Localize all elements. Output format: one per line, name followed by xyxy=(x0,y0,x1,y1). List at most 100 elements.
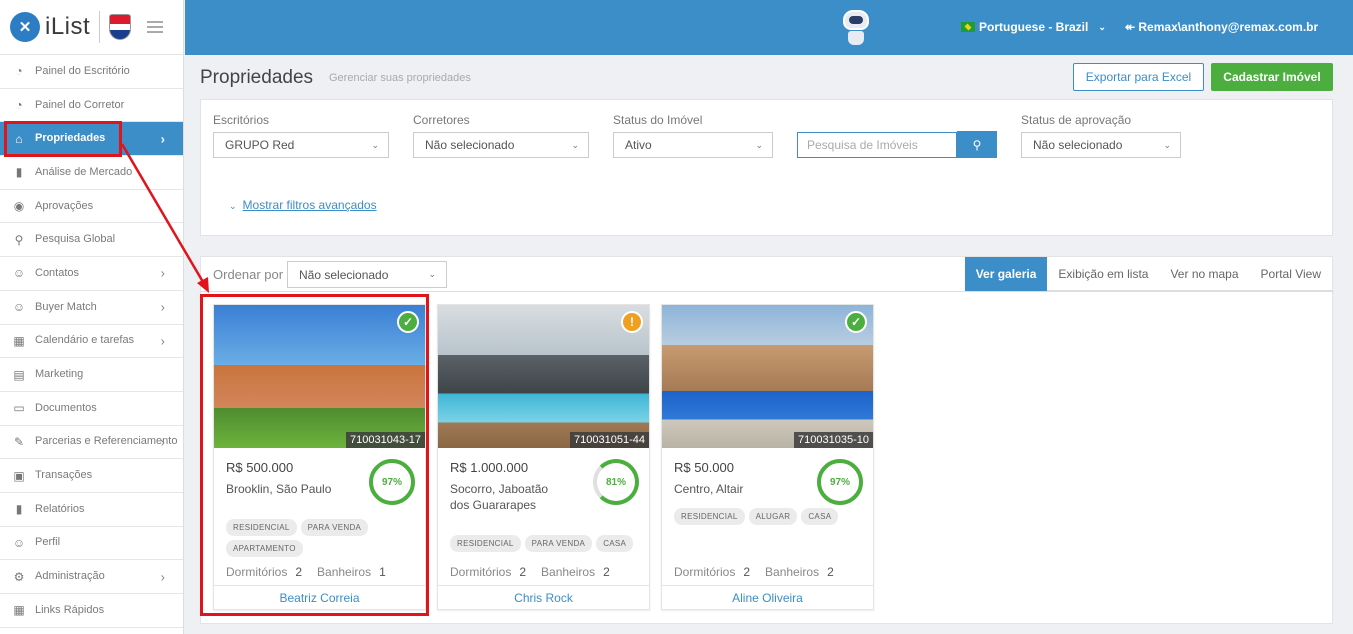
tab-gallery[interactable]: Ver galeria xyxy=(964,257,1048,291)
property-price: R$ 50.000 xyxy=(674,460,734,475)
eye-icon: ◉ xyxy=(13,199,25,214)
sidebar-item-links-rapidos[interactable]: ▦ Links Rápidos xyxy=(0,594,183,628)
advanced-filters-label: Mostrar filtros avançados xyxy=(242,198,377,212)
chevron-right-icon: › xyxy=(160,299,165,315)
brand-bar: ✕ iList xyxy=(0,0,183,55)
offices-value: GRUPO Red xyxy=(225,138,295,152)
property-search-input[interactable]: Pesquisa de Imóveis xyxy=(797,132,957,158)
assistant-robot-icon[interactable] xyxy=(841,10,871,46)
remax-balloon-logo xyxy=(109,14,132,40)
chevron-down-icon: ⌄ xyxy=(371,139,379,150)
property-tags: RESIDENCIAL PARA VENDA CASA xyxy=(450,535,645,552)
user-icon: ☺ xyxy=(12,300,26,315)
property-status-value: Ativo xyxy=(625,138,652,152)
gear-icon: ⚙ xyxy=(13,569,25,584)
sidebar-item-label: Análise de Mercado xyxy=(35,165,133,178)
user-email: Remax\anthony@remax.com.br xyxy=(1138,20,1319,34)
folder-icon: ▭ xyxy=(13,401,25,416)
sort-value: Não selecionado xyxy=(299,267,389,282)
bedrooms-value: 2 xyxy=(743,565,751,579)
ilist-logo-icon[interactable]: ✕ xyxy=(10,12,40,42)
sidebar-item-pesquisa-global[interactable]: ⚲ Pesquisa Global xyxy=(0,223,183,258)
sidebar-item-painel-escritorio[interactable]: ◔ Painel do Escritório xyxy=(0,55,183,89)
export-excel-button[interactable]: Exportar para Excel xyxy=(1073,63,1204,91)
gauge-icon: ◔ xyxy=(15,98,23,113)
sidebar-item-relatorios[interactable]: ▮ Relatórios xyxy=(0,493,183,527)
brand-divider xyxy=(99,11,101,43)
gauge-icon: ◔ xyxy=(15,64,23,79)
property-ref-badge: 710031051-44 xyxy=(570,432,649,448)
chevron-right-icon: › xyxy=(160,333,165,349)
property-status-select[interactable]: Ativo ⌄ xyxy=(613,132,773,158)
search-button[interactable]: ⚲ xyxy=(957,131,997,158)
sidebar-item-label: Painel do Corretor xyxy=(35,98,125,111)
tab-list[interactable]: Exibição em lista xyxy=(1047,257,1159,291)
sidebar-item-contatos[interactable]: ☺ Contatos › xyxy=(0,257,183,291)
sidebar-item-label: Marketing xyxy=(35,368,84,381)
user-menu[interactable]: ↞ Remax\anthony@remax.com.br xyxy=(1125,20,1318,34)
chevron-down-icon: ⌄ xyxy=(428,269,436,279)
menu-toggle-icon[interactable] xyxy=(147,21,164,33)
view-tabs: Ver galeria Exibição em lista Ver no map… xyxy=(964,257,1332,291)
property-tags: RESIDENCIAL ALUGAR CASA xyxy=(674,508,869,525)
newspaper-icon: ▤ xyxy=(13,367,25,382)
sidebar-item-aprovacoes[interactable]: ◉ Aprovações xyxy=(0,190,183,224)
grid-icon: ▦ xyxy=(13,603,25,618)
sort-label: Ordenar por xyxy=(213,267,284,282)
tag: RESIDENCIAL xyxy=(450,535,521,552)
sort-select[interactable]: Não selecionado ⌄ xyxy=(287,261,447,288)
approval-status-select[interactable]: Não selecionado ⌄ xyxy=(1021,132,1181,158)
property-location: Socorro, Jaboatão dos Guararapes xyxy=(450,482,549,512)
top-bar: Portuguese - Brazil ⌄ ↞ Remax\anthony@re… xyxy=(185,0,1353,55)
sidebar-item-label: Relatórios xyxy=(35,502,85,515)
logout-arrow-icon: ↞ xyxy=(1125,20,1139,34)
offices-select[interactable]: GRUPO Red ⌄ xyxy=(213,132,389,158)
room-counts: Dormitórios 2 Banheiros 2 xyxy=(450,565,625,579)
tag: ALUGAR xyxy=(748,508,798,525)
sidebar-item-marketing[interactable]: ▤ Marketing xyxy=(0,358,183,392)
sidebar-item-painel-corretor[interactable]: ◔ Painel do Corretor xyxy=(0,89,183,123)
annotation-highlight-card xyxy=(200,294,429,616)
tabs-divider xyxy=(201,291,1334,292)
property-photo[interactable]: ! 710031051-44 xyxy=(438,305,649,448)
sidebar-item-administracao[interactable]: ⚙ Administração › xyxy=(0,560,183,594)
tag: PARA VENDA xyxy=(524,535,593,552)
approved-check-icon: ✓ xyxy=(845,311,867,333)
brokers-select[interactable]: Não selecionado ⌄ xyxy=(413,132,589,158)
filter-panel: Escritórios GRUPO Red ⌄ Corretores Não se… xyxy=(200,99,1333,236)
briefcase-icon: ▣ xyxy=(13,468,25,483)
add-property-button[interactable]: Cadastrar Imóvel xyxy=(1211,63,1333,91)
chevron-down-icon: ⌄ xyxy=(571,139,579,150)
sidebar-item-label: Links Rápidos xyxy=(35,603,105,616)
property-location: Centro, Altair xyxy=(674,482,744,496)
sidebar-item-documentos[interactable]: ▭ Documentos xyxy=(0,392,183,426)
tab-portal-view[interactable]: Portal View xyxy=(1250,257,1332,291)
sidebar-item-perfil[interactable]: ☺ Perfil xyxy=(0,527,183,561)
tag: CASA xyxy=(801,508,839,525)
advanced-filters-link[interactable]: ⌄ Mostrar filtros avançados xyxy=(229,198,377,212)
room-counts: Dormitórios 2 Banheiros 2 xyxy=(674,565,849,579)
sidebar-item-buyer-match[interactable]: ☺ Buyer Match › xyxy=(0,291,183,325)
sidebar-item-parcerias[interactable]: ✎ Parcerias e Referenciamento › xyxy=(0,426,183,460)
sidebar-item-analise-mercado[interactable]: ▮ Análise de Mercado xyxy=(0,156,183,190)
property-card[interactable]: ✓ 710031035-10 R$ 50.000 Centro, Altair … xyxy=(661,304,874,610)
chevron-right-icon: › xyxy=(160,265,165,281)
sidebar: ✕ iList ◔ Painel do Escritório ◔ Painel do… xyxy=(0,0,184,634)
quality-score-ring: 97% xyxy=(817,459,863,505)
sidebar-item-label: Perfil xyxy=(35,536,61,549)
tab-map[interactable]: Ver no mapa xyxy=(1159,257,1249,291)
property-photo[interactable]: ✓ 710031035-10 xyxy=(662,305,873,448)
agent-link[interactable]: Aline Oliveira xyxy=(662,585,873,609)
offices-label: Escritórios xyxy=(213,113,270,127)
bedrooms-label: Dormitórios xyxy=(450,565,512,579)
agent-link[interactable]: Chris Rock xyxy=(438,585,649,609)
property-card[interactable]: ! 710031051-44 R$ 1.000.000 Socorro, Jab… xyxy=(437,304,650,610)
sidebar-item-label: Painel do Escritório xyxy=(35,64,130,77)
chevron-down-icon: ⌄ xyxy=(1098,21,1106,32)
language-selector[interactable]: Portuguese - Brazil ⌄ xyxy=(961,20,1106,34)
page-subtitle: Gerenciar suas propriedades xyxy=(329,72,471,84)
sidebar-item-calendario[interactable]: ▦ Calendário e tarefas › xyxy=(0,325,183,359)
sidebar-item-transacoes[interactable]: ▣ Transações xyxy=(0,459,183,493)
ilist-logo-text[interactable]: iList xyxy=(45,13,90,41)
approval-status-label: Status de aprovação xyxy=(1021,113,1132,127)
